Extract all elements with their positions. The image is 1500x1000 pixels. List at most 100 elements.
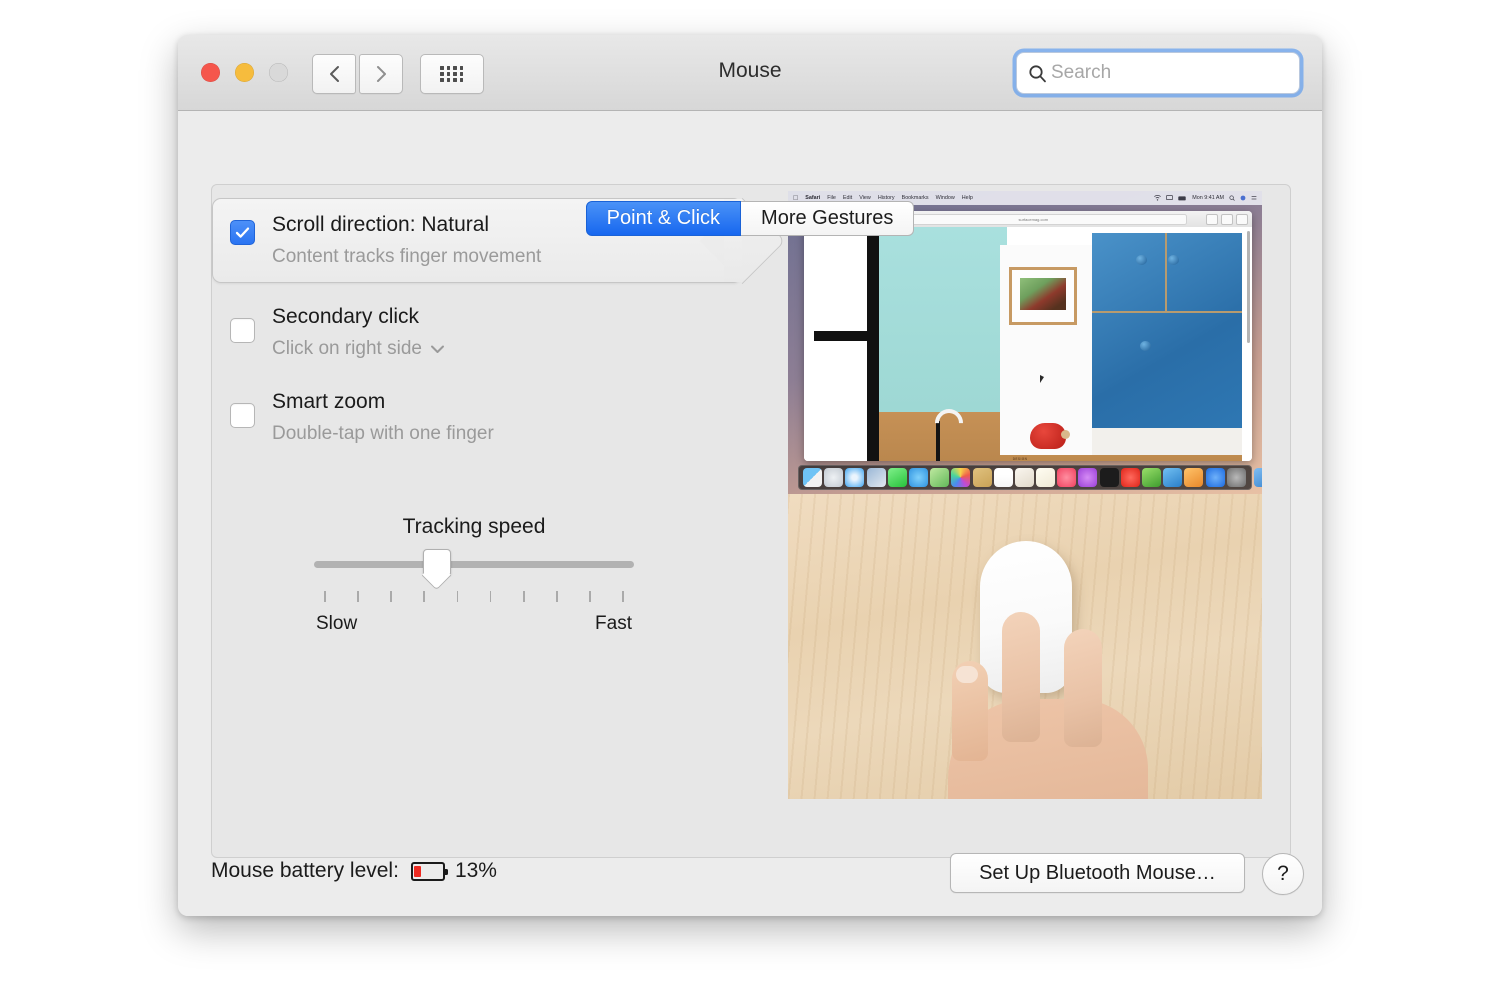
window-footer: Mouse battery level: 13% Set Up Bluetoot… — [178, 853, 1322, 916]
option-subtitle-text: Click on right side — [272, 338, 422, 359]
slider-tick — [357, 591, 359, 602]
cabinet-seam-vertical — [1165, 233, 1167, 311]
tracking-speed-control: Tracking speed Slow Fast — [314, 515, 634, 635]
tracking-speed-slider[interactable] — [314, 549, 634, 575]
battery-icon — [1178, 195, 1186, 200]
slider-tick — [589, 591, 591, 602]
hand-middle-finger — [1064, 629, 1102, 747]
dock-icon-numbers — [1142, 468, 1161, 487]
settings-panel: Scroll direction: Natural Content tracks… — [211, 184, 1291, 858]
dock-icon-launchpad — [824, 468, 844, 487]
battery-fill — [414, 865, 422, 877]
page-black-bar-bottom — [867, 331, 879, 461]
slider-tick — [489, 591, 492, 602]
dock-icon-appletv — [1099, 468, 1119, 487]
dock-icon-notes — [972, 468, 992, 487]
page-teal-wall — [879, 227, 1007, 412]
battery-label: Mouse battery level: — [211, 859, 399, 882]
page-black-bar-top — [867, 227, 879, 331]
slider-tick — [556, 591, 558, 602]
page-left-white — [804, 227, 867, 461]
dock-icon-messages — [887, 468, 907, 487]
page-umbrella-cane — [936, 421, 940, 461]
option-title: Secondary click — [272, 305, 420, 328]
dock-icon-calendar — [993, 468, 1013, 487]
page-framed-artwork — [1009, 267, 1077, 325]
cabinet-knob — [1168, 255, 1179, 265]
option-subtitle-text: Double-tap with one finger — [272, 423, 494, 444]
tab-point-and-click[interactable]: Point & Click — [585, 201, 742, 236]
cabinet-knob — [1140, 341, 1151, 351]
demo-screen-recording:  Safari File Edit View History Bookmark… — [788, 191, 1262, 494]
dock-icon-photos-legacy — [866, 468, 886, 487]
option-title: Smart zoom — [272, 390, 386, 413]
dock-icon-facetime — [908, 468, 928, 487]
battery-icon — [410, 861, 448, 881]
option-subtitle[interactable]: Click on right side — [272, 336, 445, 362]
search-field[interactable] — [1016, 52, 1300, 94]
slider-thumb[interactable] — [423, 549, 451, 575]
system-preferences-mouse-window: Mouse Point & Click More Gestures — [178, 35, 1322, 916]
demo-hand-photo — [788, 494, 1262, 799]
hand-index-finger — [1002, 612, 1040, 742]
slider-tick — [423, 591, 426, 602]
gesture-demo-video[interactable]:  Safari File Edit View History Bookmark… — [788, 191, 1262, 799]
dock-icon-photo-booth — [1254, 468, 1262, 487]
demo-safari-window: surfacemag.com DESIGN — [804, 211, 1252, 461]
slider-tick — [456, 591, 459, 602]
dock-icon-podcasts — [1078, 468, 1098, 487]
slider-max-label: Fast — [595, 613, 632, 634]
slider-tick — [324, 591, 326, 602]
dock-icon-contacts — [1014, 468, 1034, 487]
search-icon — [1028, 64, 1047, 83]
dock-icon-system-preferences — [1226, 468, 1246, 487]
tab-more-gestures[interactable]: More Gestures — [741, 201, 915, 236]
dock-icon-news — [1120, 468, 1140, 487]
slider-tick — [522, 591, 525, 602]
option-secondary-click[interactable]: Secondary click Click on right side — [212, 290, 742, 376]
battery-status: Mouse battery level: 13% — [211, 859, 497, 883]
slider-ticks — [314, 591, 634, 603]
option-smart-zoom[interactable]: Smart zoom Double-tap with one finger — [212, 375, 742, 461]
help-button[interactable]: ? — [1262, 853, 1304, 895]
checkbox-smart-zoom[interactable] — [230, 403, 255, 428]
dock-icon-safari — [845, 468, 865, 487]
dock-icon-music — [1057, 468, 1077, 487]
demo-mouse-cursor — [1040, 375, 1044, 383]
tab-bar: Point & Click More Gestures — [178, 201, 1322, 236]
search-input[interactable] — [1049, 61, 1273, 85]
dock-icon-finder — [803, 468, 822, 487]
checkbox-secondary-click[interactable] — [230, 318, 255, 343]
window-titlebar: Mouse — [178, 35, 1322, 111]
hand-fingernail — [956, 666, 978, 683]
slider-track[interactable] — [314, 561, 634, 568]
demo-dock — [798, 465, 1262, 490]
page-brand-tag: DESIGN — [1012, 457, 1028, 461]
cabinet-knob — [1136, 255, 1147, 265]
page-scrollbar[interactable] — [1247, 231, 1250, 343]
slider-min-label: Slow — [316, 613, 358, 634]
page-blue-cabinets — [1092, 233, 1242, 428]
tracking-speed-label: Tracking speed — [402, 515, 546, 538]
battery-percent: 13% — [454, 859, 497, 882]
option-subtitle: Content tracks finger movement — [272, 244, 541, 270]
option-subtitle: Double-tap with one finger — [272, 421, 494, 447]
chevron-down-icon[interactable] — [430, 344, 445, 354]
dock-icon-keynote — [1163, 468, 1183, 487]
slider-tick — [390, 591, 392, 602]
page-counter — [1092, 428, 1242, 455]
slider-end-labels: Slow Fast — [314, 613, 634, 635]
cabinet-seam-horizontal — [1092, 311, 1242, 313]
set-up-bluetooth-mouse-button[interactable]: Set Up Bluetooth Mouse… — [950, 853, 1245, 893]
window-body: Point & Click More Gestures Scroll direc… — [178, 111, 1322, 916]
demo-web-page: DESIGN Party in the Back Tour the Entire… — [804, 227, 1252, 461]
artwork-image — [1020, 278, 1066, 310]
dock-icon-pages — [1184, 468, 1204, 487]
dock-icon-reminders — [1036, 468, 1056, 487]
page-red-pig-object — [1030, 423, 1070, 449]
slider-tick — [622, 591, 624, 602]
dock-icon-maps — [930, 468, 950, 487]
dock-icon-photos — [951, 468, 971, 487]
dock-icon-appstore — [1205, 468, 1225, 487]
option-subtitle-text: Content tracks finger movement — [272, 246, 542, 267]
